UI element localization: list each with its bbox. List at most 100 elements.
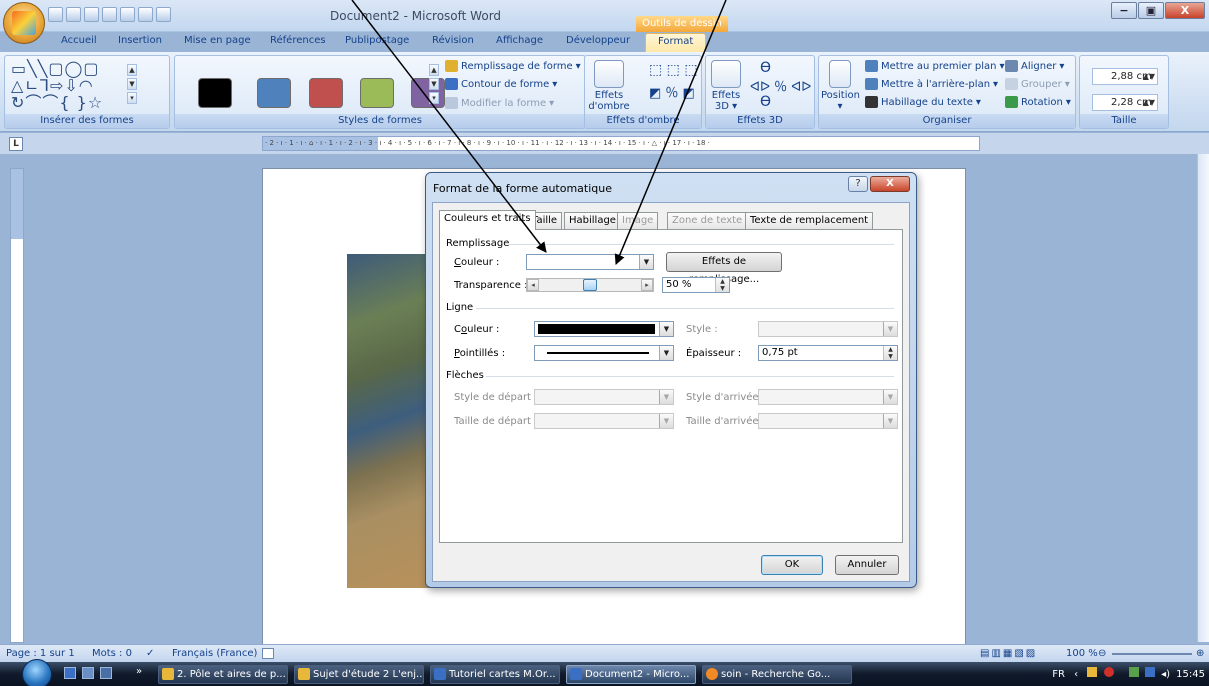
transparency-input[interactable]: 50 % ▲ ▼ (662, 277, 730, 293)
taskbar-item-5[interactable]: soin - Recherche Go... (702, 665, 852, 684)
send-back-button[interactable]: Mettre à l'arrière-plan ▾ (865, 78, 998, 90)
tilt-left-right-icon[interactable]: ᐊᐅ ％ ᐊᐅ (750, 76, 811, 95)
page-count[interactable]: Page : 1 sur 1 (6, 648, 75, 659)
shadow-nudge-icons[interactable]: ⬚ ⬚ ⬚ (649, 62, 698, 78)
taskbar-item-2[interactable]: Sujet d'étude 2 L'enj... (294, 665, 424, 684)
vertical-scrollbar[interactable] (1197, 154, 1209, 642)
cancel-button[interactable]: Annuler (835, 555, 899, 575)
text-wrap-button[interactable]: Habillage du texte ▾ (865, 96, 981, 108)
redo-icon[interactable] (84, 7, 99, 22)
styles-up-icon[interactable]: ▲ (429, 64, 439, 76)
tilt-up-icon[interactable]: ϴ (760, 60, 771, 76)
maximize-button[interactable]: ▣ (1138, 2, 1164, 19)
tab-revision[interactable]: Révision (432, 35, 474, 46)
tab-mise-en-page[interactable]: Mise en page (184, 35, 251, 46)
satellite-map-image[interactable] (347, 254, 431, 588)
tab-format[interactable]: Format (645, 33, 707, 53)
tab-insertion[interactable]: Insertion (118, 35, 162, 46)
style-swatch-4[interactable] (360, 78, 394, 108)
tab-alt-text[interactable]: Texte de remplacement (745, 212, 874, 229)
tray-app-icon[interactable] (1087, 667, 1098, 677)
change-shape-button[interactable]: Modifier la forme ▾ (445, 97, 554, 109)
styles-more-icon[interactable]: ▾ (429, 92, 439, 104)
style-swatch-3[interactable] (309, 78, 343, 108)
show-desktop-icon[interactable] (64, 667, 76, 679)
table-icon[interactable] (120, 7, 135, 22)
line-color-arrow-icon[interactable]: ▼ (659, 322, 673, 336)
language-indicator[interactable]: Français (France) (172, 648, 257, 659)
height-spin-icon[interactable]: ▲▼ (1143, 69, 1155, 84)
start-button[interactable] (22, 659, 52, 686)
proofing-icon[interactable]: ✓ (146, 648, 154, 659)
tab-affichage[interactable]: Affichage (496, 35, 543, 46)
tilt-down-icon[interactable]: ϴ (760, 94, 771, 110)
zoom-level[interactable]: 100 % (1066, 648, 1098, 659)
close-window-button[interactable]: X (1165, 2, 1205, 19)
tab-layout[interactable]: Habillage (564, 212, 621, 229)
transparency-slider[interactable]: ◂ ▸ (526, 278, 654, 292)
language-bar[interactable]: FR (1052, 669, 1065, 680)
quicklaunch-overflow[interactable]: » (136, 666, 142, 677)
gallery-up-icon[interactable]: ▲ (127, 64, 137, 76)
style-swatch-1[interactable] (198, 78, 232, 108)
security-icon[interactable] (1103, 667, 1114, 677)
align-button[interactable]: Aligner ▾ (1005, 60, 1064, 72)
vertical-ruler[interactable] (10, 168, 24, 643)
quicklaunch-icon[interactable] (100, 667, 112, 679)
shape-height-field[interactable]: 2,88 cm ▲▼ (1092, 68, 1158, 85)
tab-references[interactable]: Références (270, 35, 326, 46)
transparency-spin-icon[interactable]: ▲ ▼ (715, 278, 729, 292)
format-painter-icon[interactable] (102, 7, 117, 22)
line-weight-spin-icon[interactable]: ▲ ▼ (883, 346, 897, 360)
volume-icon[interactable]: ◂) (1161, 669, 1170, 680)
group-button[interactable]: Grouper ▾ (1005, 78, 1070, 90)
slider-left-icon[interactable]: ◂ (527, 279, 539, 291)
line-color-dropdown[interactable]: ▼ (534, 321, 674, 337)
page-icon[interactable] (156, 7, 171, 22)
styles-down-icon[interactable]: ▼ (429, 78, 439, 90)
minimize-button[interactable]: − (1111, 2, 1137, 19)
clock[interactable]: 15:45 (1176, 669, 1205, 680)
monitor-icon[interactable] (1144, 667, 1155, 677)
horizontal-ruler[interactable]: · 2 · ı · 1 · ı · ⌂ · ı · 1 · ı · 2 · ı … (262, 136, 980, 151)
zoom-out-icon[interactable]: ⊖ (1098, 648, 1106, 659)
help-button[interactable]: ? (848, 176, 868, 192)
dashes-dropdown[interactable]: ▼ (534, 345, 674, 361)
macro-recording-icon[interactable] (262, 648, 274, 659)
position-button[interactable]: Position ▾ (821, 60, 860, 112)
zoom-in-icon[interactable]: ⊕ (1196, 648, 1204, 659)
bring-front-button[interactable]: Mettre au premier plan ▾ (865, 60, 1004, 72)
undo-icon[interactable] (66, 7, 81, 22)
view-buttons-icon[interactable]: ▤▥▦▧▨ (980, 648, 1037, 659)
taskbar-item-1[interactable]: 2. Pôle et aires de p... (158, 665, 288, 684)
tray-expand-icon[interactable]: ‹ (1074, 669, 1078, 680)
rotate-button[interactable]: Rotation ▾ (1005, 96, 1071, 108)
tab-developpeur[interactable]: Développeur (566, 35, 630, 46)
text-box-icon[interactable] (138, 7, 153, 22)
shape-fill-button[interactable]: Remplissage de forme ▾ (445, 60, 581, 72)
line-weight-input[interactable]: 0,75 pt ▲ ▼ (758, 345, 898, 361)
fill-color-arrow-icon[interactable]: ▼ (639, 255, 653, 269)
dialog-close-button[interactable]: X (870, 176, 910, 192)
zoom-slider[interactable] (1112, 653, 1192, 655)
tab-accueil[interactable]: Accueil (61, 35, 97, 46)
gallery-more-icon[interactable]: ▾ (127, 92, 137, 104)
taskbar-item-4[interactable]: Document2 - Micro... (566, 665, 696, 684)
style-swatch-2[interactable] (257, 78, 291, 108)
gallery-down-icon[interactable]: ▼ (127, 78, 137, 90)
width-spin-icon[interactable]: ▲▼ (1143, 95, 1155, 110)
slider-right-icon[interactable]: ▸ (641, 279, 653, 291)
save-icon[interactable] (48, 7, 63, 22)
network-icon[interactable] (1128, 667, 1139, 677)
taskbar-item-3[interactable]: Tutoriel cartes M.Or... (430, 665, 560, 684)
switch-windows-icon[interactable] (82, 667, 94, 679)
tab-colors-lines[interactable]: Couleurs et traits (439, 210, 536, 230)
shape-width-field[interactable]: 2,28 cm ▲▼ (1092, 94, 1158, 111)
shapes-gallery[interactable]: ▭╲╲▢◯▢ △ㄴ⅂⇨⇩◠ ↻⌒⌒{ }☆ (11, 60, 141, 112)
dashes-arrow-icon[interactable]: ▼ (659, 346, 673, 360)
word-count[interactable]: Mots : 0 (92, 648, 132, 659)
transparency-thumb[interactable] (583, 279, 597, 291)
tab-publipostage[interactable]: Publipostage (345, 35, 409, 46)
shape-outline-button[interactable]: Contour de forme ▾ (445, 78, 557, 90)
fill-color-dropdown[interactable]: ▼ (526, 254, 654, 270)
